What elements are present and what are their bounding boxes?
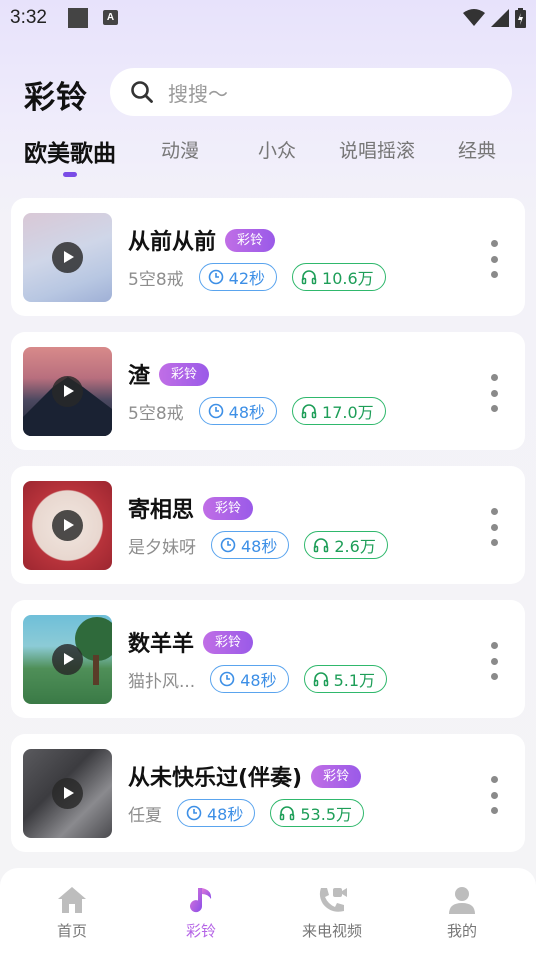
- tab-rap-rock[interactable]: 说唱摇滚: [339, 136, 415, 163]
- user-icon: [449, 887, 475, 914]
- play-icon[interactable]: [52, 644, 83, 675]
- play-icon[interactable]: [52, 510, 83, 541]
- search-placeholder: 搜搜～: [168, 81, 228, 106]
- music-note-icon: [190, 888, 212, 913]
- status-bar: 3:32 A: [0, 0, 536, 38]
- nav-item-me[interactable]: 我的: [417, 868, 507, 954]
- play-count-text: 10.6万: [322, 269, 374, 288]
- duration-text: 48秒: [240, 671, 277, 690]
- nav-label: 彩铃: [185, 922, 216, 940]
- clock-icon: [186, 805, 202, 821]
- duration-badge: 48秒: [211, 531, 290, 559]
- headphones-icon: [280, 806, 295, 821]
- nav-item-call-video[interactable]: 来电视频: [287, 868, 377, 954]
- phone-video-icon: [319, 888, 347, 912]
- play-count-badge: 5.1万: [303, 665, 388, 693]
- more-options-icon[interactable]: [489, 508, 499, 546]
- more-options-icon[interactable]: [489, 776, 499, 814]
- song-card[interactable]: 数羊羊 彩铃 猫扑风... 48秒 5.1万: [11, 600, 525, 718]
- play-count-badge: 53.5万: [270, 799, 365, 827]
- category-tabs: 欧美歌曲 动漫 小众 说唱摇滚 经典: [0, 136, 536, 180]
- active-tab-indicator: [63, 172, 77, 177]
- duration-badge: 48秒: [198, 397, 278, 425]
- duration-badge: 42秒: [198, 263, 278, 291]
- song-title: 寄相思: [128, 498, 195, 523]
- headphones-icon: [314, 538, 329, 553]
- play-icon[interactable]: [52, 778, 83, 809]
- wifi-icon: [463, 9, 485, 26]
- duration-badge: 48秒: [177, 799, 256, 827]
- song-artist: 是夕妹呀: [128, 537, 196, 558]
- play-icon[interactable]: [52, 242, 83, 273]
- song-artist: 猫扑风...: [128, 671, 196, 692]
- ringtone-badge: 彩铃: [203, 630, 254, 654]
- clock-icon: [219, 671, 235, 687]
- song-cover[interactable]: [23, 213, 112, 302]
- ringtone-badge: 彩铃: [311, 764, 362, 788]
- ringtone-badge: 彩铃: [159, 362, 210, 386]
- song-cover[interactable]: [23, 481, 112, 570]
- status-time: 3:32: [10, 7, 47, 28]
- song-card[interactable]: 寄相思 彩铃 是夕妹呀 48秒 2.6万: [11, 466, 525, 584]
- home-icon: [58, 887, 86, 913]
- clock-icon: [208, 403, 223, 419]
- search-icon: [131, 81, 153, 103]
- search-input[interactable]: 搜搜～: [110, 68, 512, 116]
- tab-western-songs[interactable]: 欧美歌曲: [24, 134, 116, 168]
- play-count-text: 53.5万: [300, 805, 353, 824]
- nav-label: 我的: [446, 922, 477, 940]
- nav-item-ringtone[interactable]: 彩铃: [156, 868, 246, 954]
- battery-icon: [515, 8, 526, 28]
- song-artist: 任夏: [128, 805, 162, 826]
- play-count-badge: 2.6万: [304, 531, 388, 559]
- tab-anime[interactable]: 动漫: [161, 136, 199, 163]
- clock-icon: [208, 269, 223, 285]
- ringtone-badge: 彩铃: [225, 228, 276, 252]
- song-cover[interactable]: [23, 749, 112, 838]
- nav-label: 来电视频: [301, 922, 362, 940]
- tab-niche[interactable]: 小众: [258, 136, 296, 163]
- song-card[interactable]: 从未快乐过(伴奏) 彩铃 任夏 48秒 53.5万: [11, 734, 525, 852]
- signal-icon: [491, 9, 509, 27]
- bottom-nav: 首页 彩铃 来电视频 我的: [0, 868, 536, 954]
- play-count-text: 17.0万: [322, 403, 374, 422]
- nav-item-home[interactable]: 首页: [27, 868, 117, 954]
- song-title: 从前从前: [128, 230, 217, 255]
- song-card[interactable]: 渣 彩铃 5空8戒 48秒 17.0万: [11, 332, 525, 450]
- song-title: 数羊羊: [128, 632, 195, 657]
- clock-icon: [220, 537, 236, 553]
- duration-text: 48秒: [241, 537, 278, 556]
- play-count-badge: 10.6万: [292, 263, 386, 291]
- nav-label: 首页: [56, 922, 87, 940]
- duration-text: 48秒: [228, 403, 266, 422]
- play-count-badge: 17.0万: [292, 397, 386, 425]
- song-cover[interactable]: [23, 347, 112, 436]
- more-options-icon[interactable]: [489, 642, 499, 680]
- play-count-text: 5.1万: [333, 671, 376, 690]
- play-icon[interactable]: [52, 376, 83, 407]
- play-count-text: 2.6万: [334, 537, 376, 556]
- more-options-icon[interactable]: [489, 240, 499, 278]
- song-artist: 5空8戒: [128, 403, 184, 424]
- keyboard-icon: A: [103, 10, 118, 25]
- more-options-icon[interactable]: [489, 374, 499, 412]
- headphones-icon: [313, 672, 328, 687]
- headphones-icon: [301, 270, 317, 285]
- tab-classic[interactable]: 经典: [458, 136, 496, 163]
- song-title: 渣: [128, 364, 151, 389]
- song-card[interactable]: 从前从前 彩铃 5空8戒 42秒 10.6万: [11, 198, 525, 316]
- duration-badge: 48秒: [210, 665, 289, 693]
- duration-text: 42秒: [228, 269, 266, 288]
- song-title: 从未快乐过(伴奏): [128, 766, 303, 791]
- song-cover[interactable]: [23, 615, 112, 704]
- notification-icon: [68, 8, 88, 28]
- duration-text: 48秒: [207, 805, 244, 824]
- page-title: 彩铃: [24, 80, 88, 116]
- ringtone-badge: 彩铃: [203, 496, 254, 520]
- headphones-icon: [301, 404, 317, 419]
- song-artist: 5空8戒: [128, 269, 184, 290]
